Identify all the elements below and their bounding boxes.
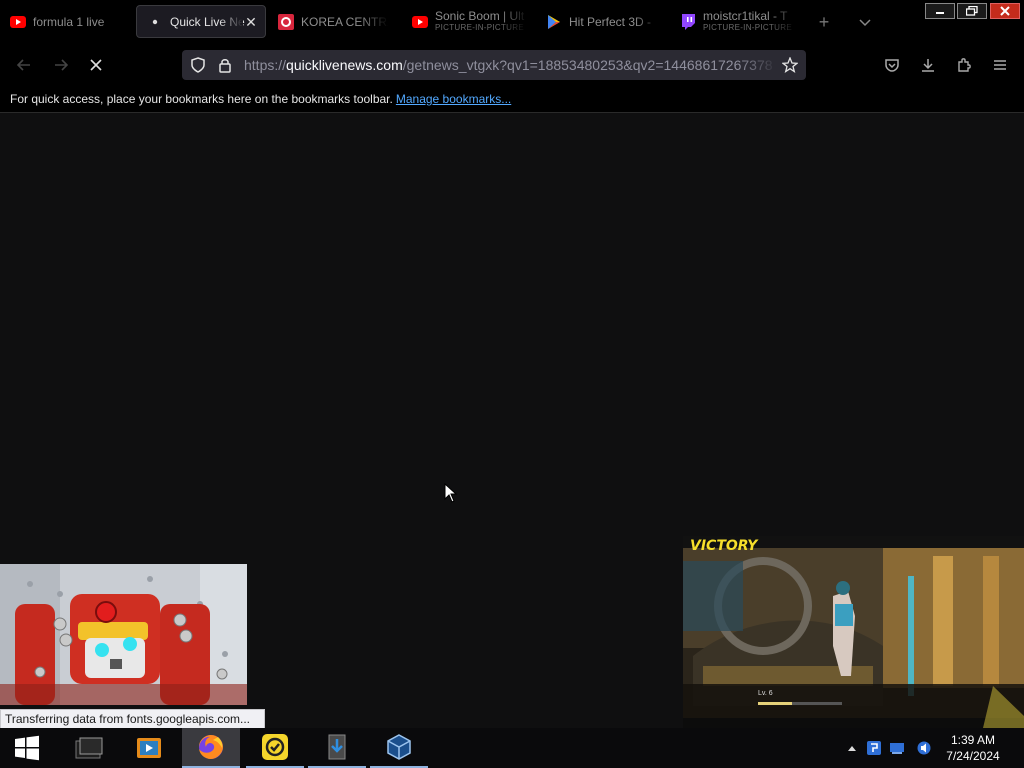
back-button[interactable] (14, 55, 34, 75)
red-logo-icon (278, 13, 294, 30)
bookmarks-toolbar: For quick access, place your bookmarks h… (0, 86, 1024, 113)
youtube-icon (10, 14, 26, 30)
tab-korea-central[interactable]: KOREA CENTRA (268, 5, 388, 38)
taskbar-app-virtualbox[interactable] (370, 728, 428, 768)
tab-formula-1-live[interactable]: formula 1 live (0, 5, 128, 38)
minimize-button[interactable] (925, 3, 955, 19)
bookmarks-hint-text: For quick access, place your bookmarks h… (10, 92, 393, 106)
forward-button[interactable] (51, 55, 71, 75)
tab-sonic-boom[interactable]: Sonic Boom | Ult PICTURE-IN-PICTURE (402, 5, 528, 38)
level-label: Lv. 6 (758, 690, 773, 697)
extensions-icon[interactable] (954, 55, 974, 75)
taskbar-app-terminal[interactable] (60, 728, 118, 768)
tracking-protection-shield-icon[interactable] (190, 57, 206, 78)
robot-character-image (0, 564, 247, 705)
picture-in-picture-video-twitch[interactable]: VICTORY Lv. 6 (683, 536, 1024, 728)
url-text[interactable]: https://quicklivenews.com/getnews_vtgxk?… (244, 57, 773, 73)
url-bar[interactable]: https://quicklivenews.com/getnews_vtgxk?… (182, 50, 806, 80)
media-player-icon (137, 738, 161, 758)
terminal-window-icon (75, 737, 103, 759)
taskbar-app-anydesk[interactable] (246, 728, 304, 768)
virtualbox-cube-icon (387, 734, 411, 760)
firefox-icon (199, 735, 223, 759)
twitch-icon (680, 13, 696, 30)
navigation-toolbar: https://quicklivenews.com/getnews_vtgxk?… (0, 44, 1024, 86)
restore-button[interactable] (957, 3, 987, 19)
list-all-tabs-chevron-icon[interactable] (855, 12, 875, 32)
play-store-icon (546, 14, 562, 30)
downloads-icon[interactable] (918, 55, 938, 75)
bookmark-star-icon[interactable] (781, 56, 799, 78)
lock-icon[interactable] (218, 57, 232, 78)
pocket-icon[interactable] (882, 55, 902, 75)
mouse-cursor-icon (444, 483, 458, 503)
taskbar-app-media-player[interactable] (120, 728, 178, 768)
close-tab-icon[interactable]: ✕ (243, 14, 259, 30)
loading-dot-icon (147, 14, 163, 30)
close-window-button[interactable] (990, 3, 1020, 19)
windows-taskbar: 1:39 AM 7/24/2024 (0, 728, 1024, 768)
tray-app-icon[interactable] (866, 740, 882, 756)
network-icon[interactable] (889, 740, 905, 756)
start-button[interactable] (0, 728, 54, 768)
tab-strip: formula 1 live Quick Live Ne ✕ KOREA CEN… (0, 0, 1024, 44)
windows-logo-icon (15, 735, 39, 761)
youtube-icon (412, 14, 428, 30)
new-tab-button[interactable]: + (814, 12, 834, 32)
taskbar-clock[interactable]: 1:39 AM 7/24/2024 (938, 732, 1008, 764)
victory-banner: VICTORY (690, 538, 758, 554)
clock-date: 7/24/2024 (946, 749, 1000, 763)
taskbar-app-installer[interactable] (308, 728, 366, 768)
status-panel: Transferring data from fonts.googleapis.… (0, 709, 266, 729)
taskbar-app-firefox[interactable] (182, 728, 240, 768)
tab-quick-live-news[interactable]: Quick Live Ne ✕ (136, 5, 266, 38)
remote-desktop-icon (262, 734, 288, 760)
tab-label: formula 1 live (33, 14, 105, 29)
tab-moistcr1tikal[interactable]: moistcr1tikal - T PICTURE-IN-PICTURE (670, 5, 798, 38)
hamburger-menu-icon[interactable] (990, 55, 1010, 75)
manage-bookmarks-link[interactable]: Manage bookmarks... (396, 92, 511, 106)
tab-hit-perfect-3d[interactable]: Hit Perfect 3D - (536, 5, 662, 38)
installer-box-icon (328, 734, 346, 760)
picture-in-picture-video-sonic[interactable] (0, 564, 247, 705)
speaker-icon[interactable] (916, 740, 932, 756)
clock-time: 1:39 AM (950, 733, 996, 747)
show-hidden-icons-chevron-icon[interactable] (844, 740, 860, 756)
stop-loading-button[interactable] (86, 55, 106, 75)
game-scene-image (683, 536, 1024, 728)
